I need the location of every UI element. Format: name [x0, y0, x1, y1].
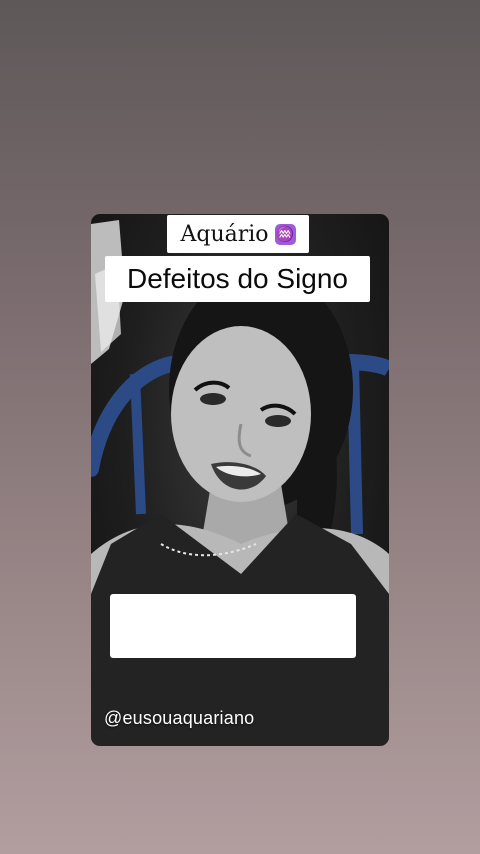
- blank-caption-box: [110, 594, 356, 658]
- subtitle-label: Defeitos do Signo: [105, 256, 370, 302]
- aquarius-symbol-icon: ♒: [274, 223, 296, 245]
- creator-handle[interactable]: @eusouaquariano: [104, 708, 254, 729]
- subtitle-text: Defeitos do Signo: [126, 263, 349, 294]
- sign-title-text: Aquário: [180, 221, 269, 247]
- sign-title-label: Aquário ♒: [167, 215, 309, 253]
